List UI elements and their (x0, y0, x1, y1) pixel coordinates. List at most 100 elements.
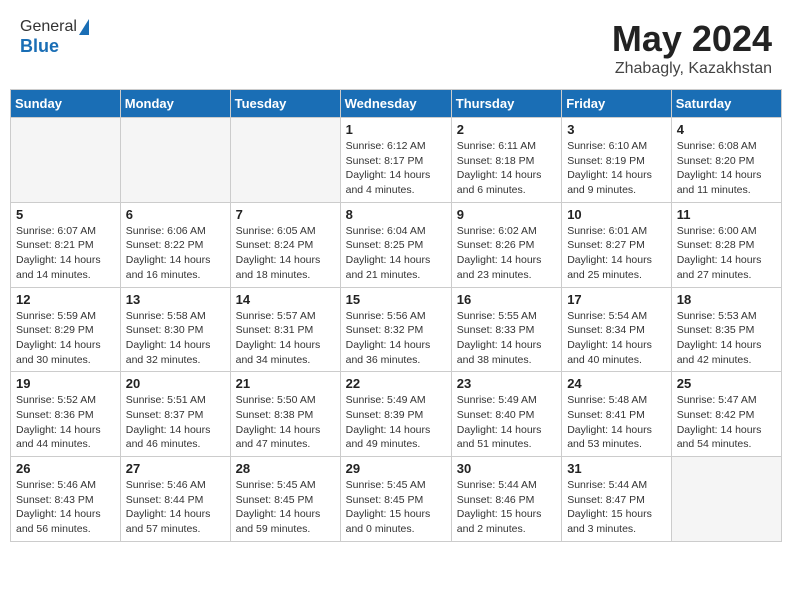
day-number: 25 (677, 376, 776, 391)
page-header: General Blue May 2024 Zhabagly, Kazakhst… (10, 10, 782, 83)
calendar-cell: 7 Sunrise: 6:05 AMSunset: 8:24 PMDaylight… (230, 202, 340, 287)
calendar-cell: 31 Sunrise: 5:44 AMSunset: 8:47 PMDayligh… (562, 457, 672, 542)
day-info: Sunrise: 6:12 AMSunset: 8:17 PMDaylight:… (346, 139, 446, 198)
day-number: 17 (567, 292, 666, 307)
day-info: Sunrise: 5:45 AMSunset: 8:45 PMDaylight:… (236, 478, 335, 537)
day-number: 16 (457, 292, 556, 307)
calendar-cell: 22Sunrise: 5:49 AMSunset: 8:39 PMDayligh… (340, 372, 451, 457)
logo-triangle-icon (79, 19, 89, 35)
calendar-cell: 16Sunrise: 5:55 AMSunset: 8:33 PMDayligh… (451, 287, 561, 372)
day-number: 13 (126, 292, 225, 307)
calendar-cell: 30Sunrise: 5:44 AMSunset: 8:46 PMDayligh… (451, 457, 561, 542)
day-number: 18 (677, 292, 776, 307)
calendar-cell: 28 Sunrise: 5:45 AMSunset: 8:45 PMDayligh… (230, 457, 340, 542)
weekday-header-tuesday: Tuesday (230, 90, 340, 118)
day-number: 9 (457, 207, 556, 222)
day-number: 3 (567, 122, 666, 137)
day-info: Sunrise: 6:11 AMSunset: 8:18 PMDaylight:… (457, 139, 556, 198)
day-number: 23 (457, 376, 556, 391)
weekday-header-thursday: Thursday (451, 90, 561, 118)
day-info: Sunrise: 6:07 AMSunset: 8:21 PMDaylight:… (16, 224, 115, 283)
day-info: Sunrise: 5:53 AMSunset: 8:35 PMDaylight:… (677, 309, 776, 368)
calendar-cell: 25Sunrise: 5:47 AMSunset: 8:42 PMDayligh… (671, 372, 781, 457)
day-number: 29 (346, 461, 446, 476)
calendar-cell: 20 Sunrise: 5:51 AMSunset: 8:37 PMDayligh… (120, 372, 230, 457)
day-info: Sunrise: 6:00 AMSunset: 8:28 PMDaylight:… (677, 224, 776, 283)
calendar-cell: 4 Sunrise: 6:08 AMSunset: 8:20 PMDaylight… (671, 118, 781, 203)
day-info: Sunrise: 5:51 AMSunset: 8:37 PMDaylight:… (126, 393, 225, 452)
day-info: Sunrise: 5:52 AMSunset: 8:36 PMDaylight:… (16, 393, 115, 452)
weekday-header-wednesday: Wednesday (340, 90, 451, 118)
day-info: Sunrise: 5:54 AMSunset: 8:34 PMDaylight:… (567, 309, 666, 368)
day-info: Sunrise: 6:10 AMSunset: 8:19 PMDaylight:… (567, 139, 666, 198)
calendar-cell: 3 Sunrise: 6:10 AMSunset: 8:19 PMDaylight… (562, 118, 672, 203)
day-info: Sunrise: 6:04 AMSunset: 8:25 PMDaylight:… (346, 224, 446, 283)
day-number: 15 (346, 292, 446, 307)
day-info: Sunrise: 6:08 AMSunset: 8:20 PMDaylight:… (677, 139, 776, 198)
calendar-cell: 29 Sunrise: 5:45 AMSunset: 8:45 PMDayligh… (340, 457, 451, 542)
day-info: Sunrise: 6:05 AMSunset: 8:24 PMDaylight:… (236, 224, 335, 283)
day-info: Sunrise: 5:59 AMSunset: 8:29 PMDaylight:… (16, 309, 115, 368)
day-number: 14 (236, 292, 335, 307)
calendar-cell: 9 Sunrise: 6:02 AMSunset: 8:26 PMDaylight… (451, 202, 561, 287)
calendar-cell: 13Sunrise: 5:58 AMSunset: 8:30 PMDayligh… (120, 287, 230, 372)
day-number: 11 (677, 207, 776, 222)
day-number: 12 (16, 292, 115, 307)
weekday-header-monday: Monday (120, 90, 230, 118)
calendar-cell (120, 118, 230, 203)
day-number: 30 (457, 461, 556, 476)
day-info: Sunrise: 5:44 AMSunset: 8:47 PMDaylight:… (567, 478, 666, 537)
day-info: Sunrise: 6:02 AMSunset: 8:26 PMDaylight:… (457, 224, 556, 283)
calendar-cell: 8 Sunrise: 6:04 AMSunset: 8:25 PMDaylight… (340, 202, 451, 287)
calendar-cell: 19 Sunrise: 5:52 AMSunset: 8:36 PMDayligh… (11, 372, 121, 457)
day-number: 10 (567, 207, 666, 222)
calendar-cell: 10Sunrise: 6:01 AMSunset: 8:27 PMDayligh… (562, 202, 672, 287)
day-info: Sunrise: 5:49 AMSunset: 8:40 PMDaylight:… (457, 393, 556, 452)
calendar-cell: 23 Sunrise: 5:49 AMSunset: 8:40 PMDayligh… (451, 372, 561, 457)
calendar-cell: 26 Sunrise: 5:46 AMSunset: 8:43 PMDayligh… (11, 457, 121, 542)
calendar-cell (230, 118, 340, 203)
day-info: Sunrise: 5:48 AMSunset: 8:41 PMDaylight:… (567, 393, 666, 452)
day-number: 4 (677, 122, 776, 137)
calendar-cell: 15 Sunrise: 5:56 AMSunset: 8:32 PMDayligh… (340, 287, 451, 372)
day-info: Sunrise: 5:56 AMSunset: 8:32 PMDaylight:… (346, 309, 446, 368)
day-number: 6 (126, 207, 225, 222)
calendar-location: Zhabagly, Kazakhstan (612, 60, 772, 78)
day-info: Sunrise: 5:50 AMSunset: 8:38 PMDaylight:… (236, 393, 335, 452)
logo: General Blue (20, 18, 89, 57)
calendar-cell: 24Sunrise: 5:48 AMSunset: 8:41 PMDayligh… (562, 372, 672, 457)
day-info: Sunrise: 5:57 AMSunset: 8:31 PMDaylight:… (236, 309, 335, 368)
logo-blue-text: Blue (20, 36, 59, 57)
calendar-cell: 2Sunrise: 6:11 AMSunset: 8:18 PMDaylight… (451, 118, 561, 203)
day-number: 1 (346, 122, 446, 137)
day-number: 20 (126, 376, 225, 391)
calendar-cell (671, 457, 781, 542)
calendar-cell: 18 Sunrise: 5:53 AMSunset: 8:35 PMDayligh… (671, 287, 781, 372)
day-number: 28 (236, 461, 335, 476)
calendar-table: SundayMondayTuesdayWednesdayThursdayFrid… (10, 89, 782, 542)
calendar-cell: 27 Sunrise: 5:46 AMSunset: 8:44 PMDayligh… (120, 457, 230, 542)
day-number: 19 (16, 376, 115, 391)
day-info: Sunrise: 5:49 AMSunset: 8:39 PMDaylight:… (346, 393, 446, 452)
day-info: Sunrise: 5:46 AMSunset: 8:44 PMDaylight:… (126, 478, 225, 537)
weekday-header-sunday: Sunday (11, 90, 121, 118)
day-info: Sunrise: 5:46 AMSunset: 8:43 PMDaylight:… (16, 478, 115, 537)
day-number: 31 (567, 461, 666, 476)
calendar-title: May 2024 (612, 18, 772, 60)
day-number: 26 (16, 461, 115, 476)
day-number: 21 (236, 376, 335, 391)
day-number: 7 (236, 207, 335, 222)
day-number: 5 (16, 207, 115, 222)
logo-general-text: General (20, 18, 77, 36)
calendar-cell: 5 Sunrise: 6:07 AMSunset: 8:21 PMDaylight… (11, 202, 121, 287)
weekday-header-saturday: Saturday (671, 90, 781, 118)
calendar-cell: 1 Sunrise: 6:12 AMSunset: 8:17 PMDaylight… (340, 118, 451, 203)
calendar-cell: 14 Sunrise: 5:57 AMSunset: 8:31 PMDayligh… (230, 287, 340, 372)
weekday-header-friday: Friday (562, 90, 672, 118)
calendar-cell: 17 Sunrise: 5:54 AMSunset: 8:34 PMDayligh… (562, 287, 672, 372)
day-number: 27 (126, 461, 225, 476)
calendar-cell: 21 Sunrise: 5:50 AMSunset: 8:38 PMDayligh… (230, 372, 340, 457)
day-info: Sunrise: 5:45 AMSunset: 8:45 PMDaylight:… (346, 478, 446, 537)
title-block: May 2024 Zhabagly, Kazakhstan (612, 18, 772, 78)
day-number: 8 (346, 207, 446, 222)
